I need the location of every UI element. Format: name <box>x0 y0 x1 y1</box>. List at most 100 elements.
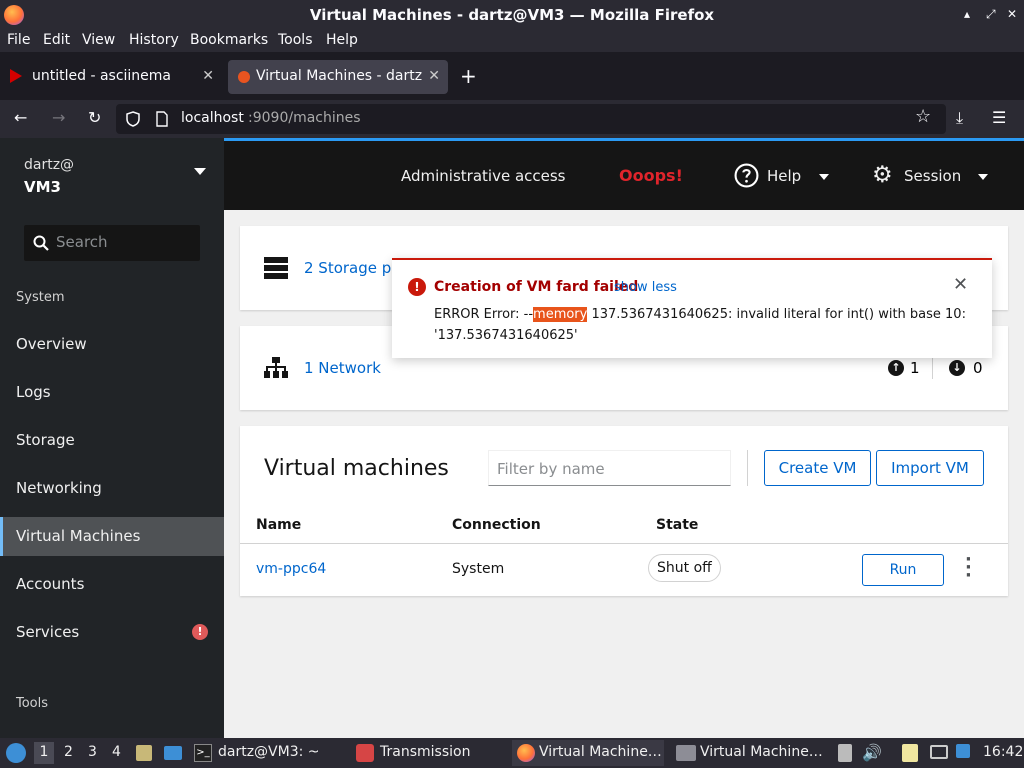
window-titlebar: Virtual Machines - dartz@VM3 — Mozilla F… <box>0 0 1024 30</box>
caret-down-icon[interactable] <box>194 168 206 175</box>
sidebar-item-accounts[interactable]: Accounts <box>0 565 224 603</box>
cockpit-favicon-icon <box>238 71 250 83</box>
storage-pools-link[interactable]: 2 Storage po <box>304 259 400 277</box>
workspace-2[interactable]: 2 <box>64 744 73 760</box>
network-status-icon[interactable] <box>956 744 970 758</box>
display-icon[interactable] <box>930 745 948 759</box>
sidebar-item-logs[interactable]: Logs <box>0 373 224 411</box>
help-button[interactable]: Help <box>767 167 801 185</box>
help-caret-icon[interactable] <box>819 174 829 180</box>
search-input[interactable]: Search <box>24 225 200 261</box>
menu-history[interactable]: History <box>129 32 179 48</box>
asciinema-icon <box>10 69 22 83</box>
vm-state-badge: Shut off <box>648 554 721 582</box>
menu-bookmarks[interactable]: Bookmarks <box>190 32 268 48</box>
close-alert-icon[interactable]: ✕ <box>953 274 968 295</box>
close-tab-icon[interactable]: ✕ <box>202 68 214 84</box>
url-host: localhost <box>181 110 244 126</box>
networks-link[interactable]: 1 Network <box>304 359 381 377</box>
help-icon[interactable] <box>734 163 759 188</box>
new-tab-icon[interactable]: + <box>460 64 477 88</box>
shield-icon[interactable] <box>126 111 140 127</box>
alert-message: ERROR Error: --memory 137.5367431640625:… <box>434 304 982 346</box>
maximize-icon[interactable]: ⤢ <box>986 7 996 22</box>
filter-placeholder: Filter by name <box>497 460 605 478</box>
column-header-connection[interactable]: Connection <box>452 517 541 533</box>
close-window-icon[interactable]: ✕ <box>1007 7 1017 21</box>
sidebar-item-virtual-machines[interactable]: Virtual Machines <box>0 517 224 556</box>
transmission-icon <box>356 744 374 762</box>
clock: 16:42 <box>983 744 1024 760</box>
hamburger-menu-icon[interactable]: ☰ <box>992 108 1006 127</box>
terminal-icon: >_ <box>194 744 212 762</box>
tab-label: Virtual Machines - dartz@ <box>256 68 422 84</box>
vm-name-link[interactable]: vm-ppc64 <box>256 561 326 577</box>
sidebar-item-services[interactable]: Services ! <box>0 613 224 651</box>
column-header-state[interactable]: State <box>656 517 698 533</box>
url-bar[interactable]: localhost :9090/machines <box>116 104 946 134</box>
arrow-down-circle-icon: ↓ <box>949 360 965 376</box>
menu-file[interactable]: File <box>7 32 30 48</box>
host-name: VM3 <box>24 178 61 196</box>
tab-virtual-machines[interactable]: Virtual Machines - dartz@ ✕ <box>228 60 448 94</box>
taskbar-terminal[interactable]: dartz@VM3: ~ <box>218 744 320 760</box>
downloads-icon[interactable]: ⤓ <box>956 108 963 128</box>
start-menu-icon[interactable] <box>6 743 26 763</box>
clipboard-icon[interactable] <box>838 744 852 762</box>
sidebar-item-label: Services <box>16 623 80 641</box>
kebab-menu-icon[interactable]: · · · <box>965 551 972 585</box>
tab-asciinema[interactable]: untitled - asciinema ✕ <box>4 60 222 94</box>
workspace-4[interactable]: 4 <box>112 744 121 760</box>
taskbar-virt-manager[interactable]: Virtual Machine… <box>700 744 823 760</box>
reload-icon[interactable]: ↻ <box>88 108 101 127</box>
sidebar-item-networking[interactable]: Networking <box>0 469 224 507</box>
show-less-link[interactable]: show less <box>614 280 677 295</box>
sidebar: dartz@ VM3 Search System Overview Logs S… <box>0 138 224 738</box>
taskbar-firefox-active[interactable]: Virtual Machine… <box>512 740 664 766</box>
session-caret-icon[interactable] <box>978 174 988 180</box>
minimize-icon[interactable]: ▴ <box>964 7 970 21</box>
create-vm-button[interactable]: Create VM <box>764 450 871 486</box>
menu-tools[interactable]: Tools <box>278 32 313 48</box>
host-user: dartz@ <box>24 157 75 173</box>
menu-view[interactable]: View <box>82 32 115 48</box>
bookmark-star-icon[interactable]: ☆ <box>915 106 931 127</box>
section-tools: Tools <box>16 696 49 711</box>
notes-icon[interactable] <box>902 744 918 762</box>
column-header-name[interactable]: Name <box>256 517 301 533</box>
run-vm-button[interactable]: Run <box>862 554 944 586</box>
workspace-1[interactable]: 1 <box>34 742 54 764</box>
show-desktop-icon[interactable] <box>164 746 182 760</box>
arrow-up-circle-icon: ↑ <box>888 360 904 376</box>
forward-icon[interactable]: → <box>52 108 65 127</box>
workspace-3[interactable]: 3 <box>88 744 97 760</box>
admin-access-button[interactable]: Administrative access <box>401 167 566 185</box>
gear-icon[interactable]: ⚙ <box>872 162 893 188</box>
networks-inactive-count: 0 <box>973 359 983 377</box>
menu-help[interactable]: Help <box>326 32 358 48</box>
search-placeholder: Search <box>56 233 108 251</box>
volume-icon[interactable]: 🔊 <box>862 743 882 762</box>
file-manager-icon[interactable] <box>136 745 152 761</box>
alert-message-prefix: ERROR Error: -- <box>434 307 534 322</box>
page-icon <box>156 111 168 127</box>
error-badge-icon: ! <box>192 624 208 640</box>
close-tab-icon[interactable]: ✕ <box>428 68 440 84</box>
oops-button[interactable]: Ooops! <box>619 166 683 185</box>
sidebar-item-overview[interactable]: Overview <box>0 325 224 363</box>
tab-bar: untitled - asciinema ✕ Virtual Machines … <box>0 52 1024 100</box>
taskbar-transmission[interactable]: Transmission <box>380 744 470 760</box>
navigation-bar: ← → ↻ localhost :9090/machines ☆ ⤓ ☰ <box>0 100 1024 138</box>
firefox-icon <box>517 744 535 762</box>
search-icon <box>33 235 49 251</box>
back-icon[interactable]: ← <box>14 108 27 127</box>
filter-by-name-input[interactable]: Filter by name <box>488 450 731 486</box>
host-switcher[interactable]: dartz@ VM3 <box>24 154 74 199</box>
sidebar-item-storage[interactable]: Storage <box>0 421 224 459</box>
session-button[interactable]: Session <box>904 167 961 185</box>
menu-edit[interactable]: Edit <box>43 32 70 48</box>
cockpit-topbar: Administrative access Ooops! Help ⚙ Sess… <box>224 138 1024 210</box>
menu-bar: File Edit View History Bookmarks Tools H… <box>0 30 1024 52</box>
import-vm-button[interactable]: Import VM <box>876 450 984 486</box>
exclamation-circle-icon: ! <box>408 278 426 296</box>
